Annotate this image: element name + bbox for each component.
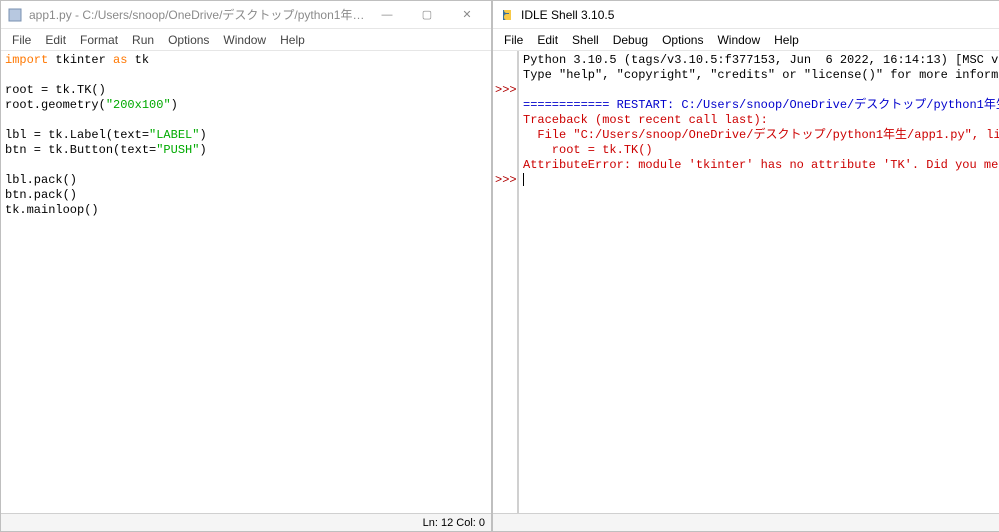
shell-statusbar: Ln: 9 Col: 0 <box>493 513 999 531</box>
traceback-line: File "C:/Users/snoop/OneDrive/デスクトップ/pyt… <box>523 128 999 142</box>
editor-titlebar: app1.py - C:/Users/snoop/OneDrive/デスクトップ… <box>1 1 491 29</box>
restart-line: ============ RESTART: C:/Users/snoop/One… <box>523 98 999 112</box>
editor-window: app1.py - C:/Users/snoop/OneDrive/デスクトップ… <box>0 0 492 532</box>
menu-file[interactable]: File <box>497 31 530 49</box>
traceback-line: root = tk.TK() <box>523 143 653 157</box>
shell-menubar: File Edit Shell Debug Options Window Hel… <box>493 29 999 51</box>
shell-output-area[interactable]: >>> >>> Python 3.10.5 (tags/v3.10.5:f377… <box>493 51 999 513</box>
minimize-button[interactable]: — <box>367 2 407 28</box>
editor-window-controls: — ▢ ✕ <box>367 2 487 28</box>
menu-window[interactable]: Window <box>216 31 273 49</box>
shell-cursor <box>523 173 524 186</box>
traceback-line: Traceback (most recent call last): <box>523 113 768 127</box>
maximize-button[interactable]: ▢ <box>407 2 447 28</box>
menu-edit[interactable]: Edit <box>38 31 73 49</box>
editor-title: app1.py - C:/Users/snoop/OneDrive/デスクトップ… <box>29 6 367 23</box>
idle-icon <box>499 7 515 23</box>
menu-debug[interactable]: Debug <box>606 31 655 49</box>
editor-menubar: File Edit Format Run Options Window Help <box>1 29 491 51</box>
banner-line: Python 3.10.5 (tags/v3.10.5:f377153, Jun… <box>523 53 999 67</box>
shell-window: IDLE Shell 3.10.5 — ▢ ✕ File Edit Shell … <box>492 0 999 532</box>
menu-shell[interactable]: Shell <box>565 31 606 49</box>
shell-titlebar: IDLE Shell 3.10.5 — ▢ ✕ <box>493 1 999 29</box>
python-file-icon <box>7 7 23 23</box>
shell-title: IDLE Shell 3.10.5 <box>521 8 999 22</box>
close-button[interactable]: ✕ <box>447 2 487 28</box>
traceback-line: AttributeError: module 'tkinter' has no … <box>523 158 999 172</box>
menu-window[interactable]: Window <box>710 31 767 49</box>
menu-edit[interactable]: Edit <box>530 31 565 49</box>
menu-file[interactable]: File <box>5 31 38 49</box>
shell-prompt-gutter: >>> >>> <box>493 51 519 513</box>
menu-format[interactable]: Format <box>73 31 125 49</box>
shell-body[interactable]: Python 3.10.5 (tags/v3.10.5:f377153, Jun… <box>519 51 999 513</box>
menu-help[interactable]: Help <box>767 31 806 49</box>
menu-options[interactable]: Options <box>655 31 710 49</box>
banner-line: Type "help", "copyright", "credits" or "… <box>523 68 999 82</box>
menu-options[interactable]: Options <box>161 31 216 49</box>
editor-cursor-pos: Ln: 12 Col: 0 <box>423 517 485 529</box>
menu-run[interactable]: Run <box>125 31 161 49</box>
editor-statusbar: Ln: 12 Col: 0 <box>1 513 491 531</box>
editor-code-area[interactable]: import tkinter as tk root = tk.TK() root… <box>1 51 491 513</box>
menu-help[interactable]: Help <box>273 31 312 49</box>
